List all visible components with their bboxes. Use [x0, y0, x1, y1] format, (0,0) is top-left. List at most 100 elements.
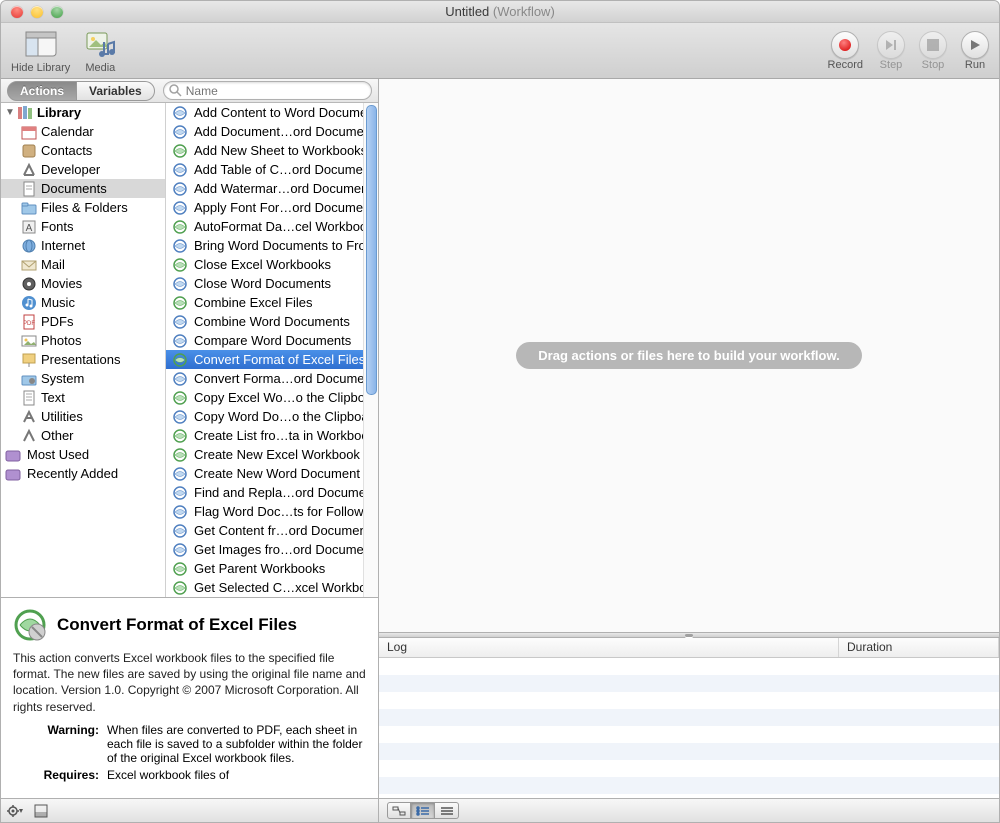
action-list[interactable]: Add Content to Word DocumentsAdd Documen… [166, 103, 378, 597]
action-item[interactable]: Find and Repla…ord Documents [166, 483, 378, 502]
category-icon [21, 352, 37, 368]
action-item[interactable]: Add Watermar…ord Documents [166, 179, 378, 198]
action-label: Add New Sheet to Workbooks [194, 143, 367, 158]
library-bottom-bar [1, 798, 378, 822]
action-label: Compare Word Documents [194, 333, 351, 348]
view-log-button[interactable] [435, 802, 459, 819]
toggle-description-button[interactable] [33, 803, 49, 819]
category-other[interactable]: Other [1, 426, 165, 445]
tab-actions[interactable]: Actions [7, 81, 77, 101]
action-item[interactable]: Copy Word Do…o the Clipboard [166, 407, 378, 426]
action-item[interactable]: Create New Excel Workbook [166, 445, 378, 464]
category-system[interactable]: System [1, 369, 165, 388]
category-icon [21, 181, 37, 197]
action-label: Close Excel Workbooks [194, 257, 331, 272]
workflow-drop-area[interactable]: Drag actions or files here to build your… [379, 79, 999, 632]
category-label: Music [41, 295, 75, 310]
action-item[interactable]: Add Content to Word Documents [166, 103, 378, 122]
action-item[interactable]: Convert Format of Excel Files [166, 350, 378, 369]
action-item[interactable]: Combine Word Documents [166, 312, 378, 331]
action-item[interactable]: Create New Word Document [166, 464, 378, 483]
action-item[interactable]: Add Document…ord Documents [166, 122, 378, 141]
view-flow-button[interactable] [387, 802, 411, 819]
view-list-button[interactable] [411, 802, 435, 819]
category-label: Other [41, 428, 74, 443]
search-field[interactable] [163, 81, 372, 100]
step-icon [877, 31, 905, 59]
library-icon [17, 105, 33, 121]
category-presentations[interactable]: Presentations [1, 350, 165, 369]
library-mode-tabs: Actions Variables [7, 81, 155, 101]
titlebar[interactable]: Untitled (Workflow) [1, 1, 999, 23]
action-item[interactable]: AutoFormat Da…cel Workbooks [166, 217, 378, 236]
action-item[interactable]: Get Selected C…xcel Workbooks [166, 578, 378, 597]
category-files-folders[interactable]: Files & Folders [1, 198, 165, 217]
workflow-bottom-bar [379, 798, 999, 822]
recently-added[interactable]: Recently Added [1, 464, 165, 483]
action-item[interactable]: Create List fro…ta in Workbook [166, 426, 378, 445]
category-label: Calendar [41, 124, 94, 139]
action-item[interactable]: Copy Excel Wo…o the Clipboard [166, 388, 378, 407]
category-label: Text [41, 390, 65, 405]
action-item[interactable]: Add New Sheet to Workbooks [166, 141, 378, 160]
category-music[interactable]: Music [1, 293, 165, 312]
scroll-thumb[interactable] [366, 105, 377, 395]
category-text[interactable]: Text [1, 388, 165, 407]
word-action-icon [172, 542, 188, 558]
log-column-header[interactable]: Log [379, 638, 839, 657]
search-input[interactable] [163, 81, 372, 100]
action-label: Get Content fr…ord Documents [194, 523, 377, 538]
action-item[interactable]: Get Parent Workbooks [166, 559, 378, 578]
log-body [379, 658, 999, 798]
duration-column-header[interactable]: Duration [839, 638, 999, 657]
gear-menu[interactable] [7, 803, 23, 819]
action-scrollbar[interactable] [363, 103, 378, 597]
category-developer[interactable]: Developer [1, 160, 165, 179]
excel-action-icon [172, 390, 188, 406]
category-photos[interactable]: Photos [1, 331, 165, 350]
category-icon: PDF [21, 314, 37, 330]
category-fonts[interactable]: AFonts [1, 217, 165, 236]
category-movies[interactable]: Movies [1, 274, 165, 293]
action-item[interactable]: Convert Forma…ord Documents [166, 369, 378, 388]
category-internet[interactable]: Internet [1, 236, 165, 255]
warning-text: When files are converted to PDF, each sh… [107, 723, 366, 765]
media-button[interactable]: Media [84, 28, 116, 74]
record-button[interactable]: Record [828, 31, 863, 71]
run-button[interactable]: Run [961, 31, 989, 71]
category-list[interactable]: ▼ Library Calendar ContactsDeveloperDocum… [1, 103, 166, 597]
stop-button[interactable]: Stop [919, 31, 947, 71]
action-item[interactable]: Compare Word Documents [166, 331, 378, 350]
category-icon [21, 124, 37, 140]
action-item[interactable]: Apply Font For…ord Documents [166, 198, 378, 217]
category-documents[interactable]: Documents [1, 179, 165, 198]
category-label: Utilities [41, 409, 83, 424]
hide-library-button[interactable]: Hide Library [11, 28, 70, 74]
tab-variables[interactable]: Variables [77, 81, 155, 101]
category-label: Internet [41, 238, 85, 253]
category-pdfs[interactable]: PDFPDFs [1, 312, 165, 331]
category-contacts[interactable]: Contacts [1, 141, 165, 160]
action-item[interactable]: Get Content fr…ord Documents [166, 521, 378, 540]
action-item[interactable]: Close Word Documents [166, 274, 378, 293]
category-label: Movies [41, 276, 82, 291]
most-used[interactable]: Most Used [1, 445, 165, 464]
category-utilities[interactable]: Utilities [1, 407, 165, 426]
action-label: Add Watermar…ord Documents [194, 181, 378, 196]
word-action-icon [172, 105, 188, 121]
category-calendar[interactable]: Calendar [1, 122, 165, 141]
action-item[interactable]: Bring Word Documents to Front [166, 236, 378, 255]
category-mail[interactable]: Mail [1, 255, 165, 274]
action-item[interactable]: Close Excel Workbooks [166, 255, 378, 274]
word-action-icon [172, 409, 188, 425]
step-button[interactable]: Step [877, 31, 905, 71]
library-pane: Actions Variables ▼ Library Calendar Cont… [1, 79, 379, 822]
action-item[interactable]: Combine Excel Files [166, 293, 378, 312]
category-label: Fonts [41, 219, 74, 234]
action-item[interactable]: Get Images fro…ord Documents [166, 540, 378, 559]
action-label: Close Word Documents [194, 276, 331, 291]
action-item[interactable]: Flag Word Doc…ts for Follow Up [166, 502, 378, 521]
library-header[interactable]: ▼ Library [1, 103, 165, 122]
media-icon [84, 28, 116, 60]
action-item[interactable]: Add Table of C…ord Documents [166, 160, 378, 179]
